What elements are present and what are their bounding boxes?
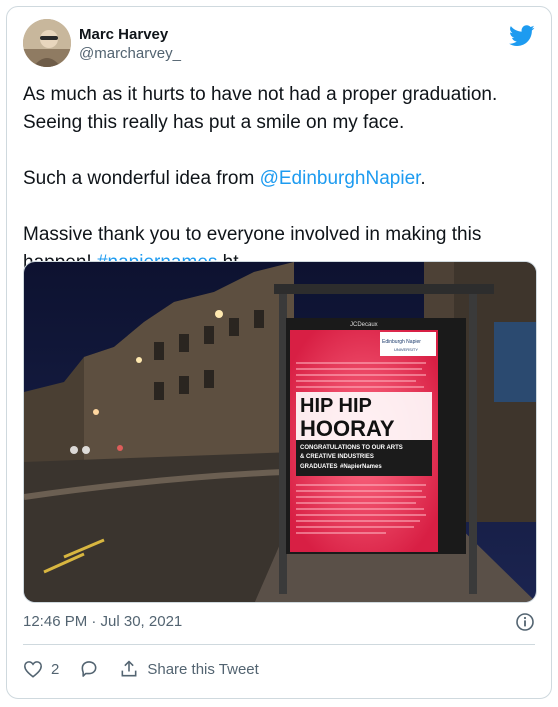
brand-text: JCDecaux: [350, 322, 378, 328]
poster-headline-2: HOORAY: [300, 416, 395, 441]
mention-link[interactable]: @EdinburghNapier: [260, 168, 421, 189]
tweet-line: Massive thank you to everyone involved i…: [23, 224, 482, 245]
divider: [23, 644, 535, 645]
tweet-timestamp[interactable]: 12:46 PM · Jul 30, 2021: [23, 612, 182, 632]
logo-subtext: UNIVERSITY: [394, 347, 418, 352]
tweet-actions: 2 Share this Tweet: [23, 652, 279, 686]
reply-icon: [79, 659, 99, 679]
poster-hashtag: #NapierNames: [340, 464, 382, 470]
poster-headline-1: HIP HIP: [300, 395, 372, 417]
heart-icon: [23, 660, 43, 678]
tweet-header: Marc Harvey @marcharvey_: [23, 19, 535, 73]
logo-text: Edinburgh Napier: [382, 339, 421, 345]
reply-button[interactable]: [79, 659, 99, 679]
tweet-line: As much as it hurts to have not had a pr…: [23, 84, 498, 105]
tweet-text: As much as it hurts to have not had a pr…: [23, 81, 538, 277]
display-name[interactable]: Marc Harvey: [79, 25, 181, 44]
poster-sub-1: CONGRATULATIONS TO OUR ARTS: [300, 445, 403, 451]
text-segment: .: [420, 168, 426, 189]
tweet-photo[interactable]: Edinburgh Napier UNIVERSITY JCDecaux HIP…: [23, 261, 537, 603]
poster-sub-3: GRADUATES: [300, 464, 338, 470]
share-button[interactable]: Share this Tweet: [119, 659, 259, 679]
like-count: 2: [51, 660, 60, 678]
avatar[interactable]: [23, 19, 71, 67]
twitter-bird-icon[interactable]: [509, 25, 535, 47]
share-label: Share this Tweet: [147, 660, 259, 678]
tweet-card: Marc Harvey @marcharvey_ As much as it h…: [6, 6, 552, 699]
user-handle[interactable]: @marcharvey_: [79, 44, 181, 63]
tweet-line: Seeing this really has put a smile on my…: [23, 112, 405, 133]
poster-sub-2: & CREATIVE INDUSTRIES: [300, 454, 374, 460]
author-names: Marc Harvey @marcharvey_: [79, 25, 181, 63]
tweet-line: Such a wonderful idea from @EdinburghNap…: [23, 165, 538, 193]
text-segment: Such a wonderful idea from: [23, 168, 260, 189]
share-icon: [119, 659, 139, 679]
info-icon[interactable]: [515, 612, 535, 632]
like-button[interactable]: 2: [23, 660, 59, 678]
